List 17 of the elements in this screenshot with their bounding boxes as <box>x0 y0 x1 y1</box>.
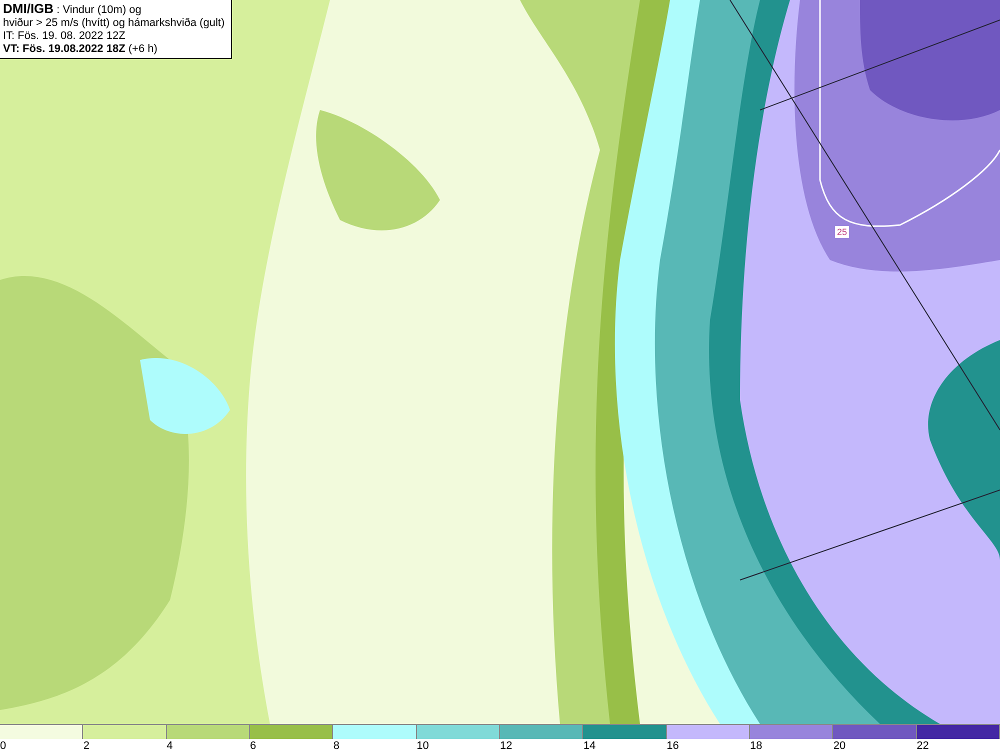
title-text: DMI/IGB : Vindur (10m) og <box>3 2 142 17</box>
legend-label: 16 <box>666 739 679 753</box>
legend-label: 6 <box>250 739 256 753</box>
contour-label: 25 <box>835 226 850 238</box>
legend-label: 20 <box>833 739 846 753</box>
legend-label: 4 <box>166 739 173 753</box>
legend-label: 8 <box>333 739 340 753</box>
legend-label: 22 <box>916 739 929 753</box>
title-text: hviður > 25 m/s (hvítt) og hámarkshviða (gult) <box>3 17 225 30</box>
legend-label: 10 <box>416 739 429 753</box>
legend-label: 18 <box>750 739 762 753</box>
legend-label: 14 <box>583 739 596 753</box>
legend-label: 0 <box>0 739 6 753</box>
title-text: VT: Fös. 19.08.2022 18Z (+6 h) <box>3 43 158 56</box>
title-text: IT: Fös. 19. 08. 2022 12Z <box>3 30 126 43</box>
legend-label: 12 <box>500 739 512 753</box>
legend-label: 2 <box>83 739 90 753</box>
